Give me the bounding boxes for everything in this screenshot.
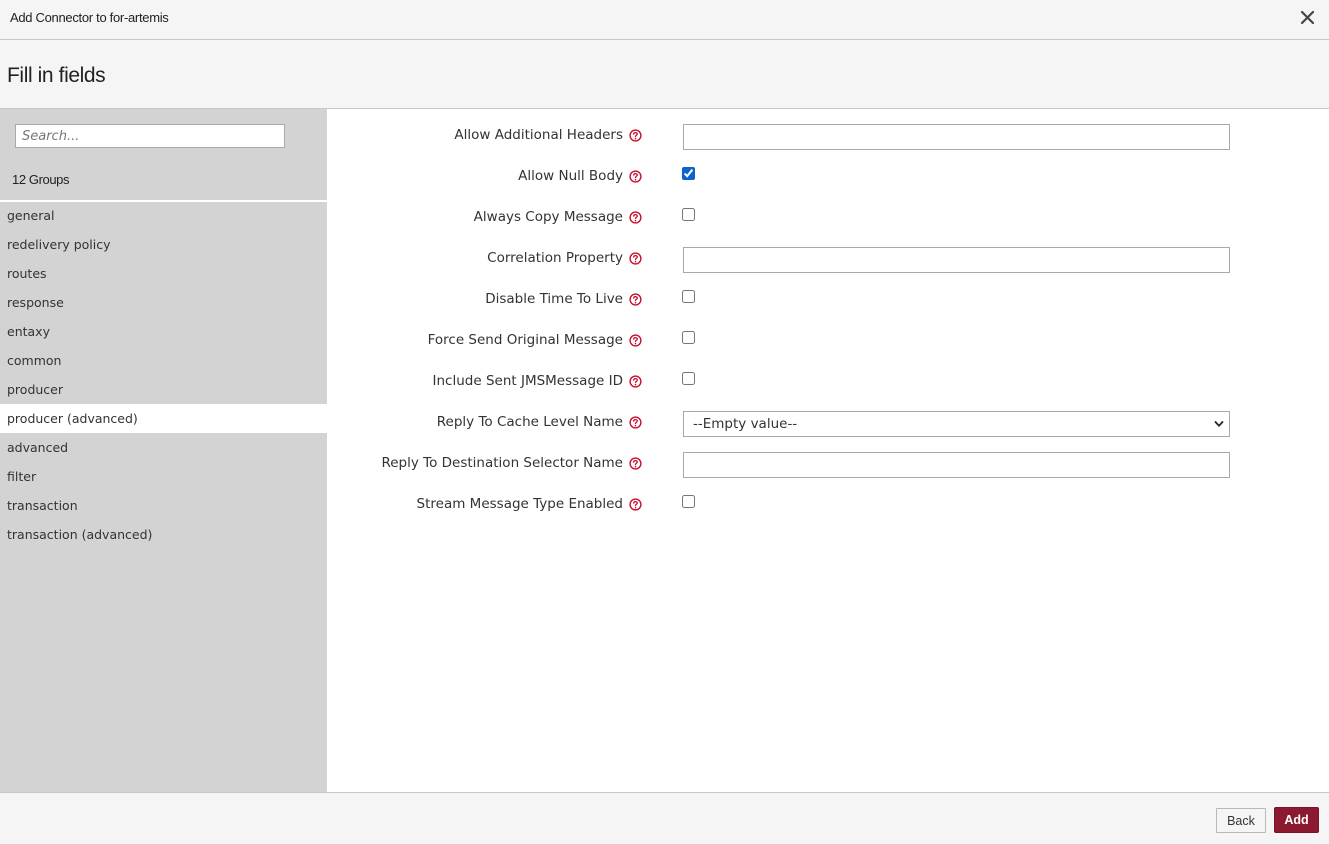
field-label: Include Sent JMSMessage ID	[432, 373, 623, 389]
field-checkbox[interactable]	[682, 495, 695, 508]
help-circle-icon[interactable]	[629, 375, 642, 388]
field-row: Force Send Original Message	[327, 326, 1329, 356]
help-circle-icon[interactable]	[629, 334, 642, 347]
field-label: Reply To Destination Selector Name	[381, 455, 623, 471]
sidebar-group-item[interactable]: routes	[0, 259, 327, 288]
sidebar-group-item[interactable]: transaction (advanced)	[0, 520, 327, 549]
field-label: Stream Message Type Enabled	[416, 496, 623, 512]
dialog-titlebar: Add Connector to for-artemis	[0, 0, 1329, 40]
field-row: Disable Time To Live	[327, 285, 1329, 315]
field-label: Reply To Cache Level Name	[436, 414, 623, 430]
field-row: Include Sent JMSMessage ID	[327, 367, 1329, 397]
help-circle-icon[interactable]	[629, 457, 642, 470]
back-button[interactable]: Back	[1216, 808, 1266, 833]
chevron-down-icon	[1214, 421, 1224, 427]
groups-sidebar: 12 Groups generalredelivery policyroutes…	[0, 109, 327, 792]
group-list: general redelivery policy routes response en…	[0, 201, 327, 549]
sidebar-group-item[interactable]: general	[0, 201, 327, 230]
search-input[interactable]	[15, 124, 285, 148]
field-row: Allow Null Body	[327, 162, 1329, 192]
field-label: Force Send Original Message	[427, 332, 623, 348]
field-text-input[interactable]	[683, 452, 1230, 478]
field-label: Allow Additional Headers	[454, 127, 623, 143]
field-row: Reply To Cache Level Name --Empty value--	[327, 408, 1329, 438]
field-text-input[interactable]	[683, 124, 1230, 150]
field-checkbox[interactable]	[682, 208, 695, 221]
sidebar-group-item[interactable]: entaxy	[0, 317, 327, 346]
page-title: Fill in fields	[7, 64, 106, 87]
close-icon	[1300, 10, 1315, 25]
add-button[interactable]: Add	[1274, 807, 1319, 833]
field-checkbox[interactable]	[682, 372, 695, 385]
field-text-input[interactable]	[683, 247, 1230, 273]
dialog-title: Add Connector to for-artemis	[10, 10, 169, 25]
sidebar-group-item[interactable]: redelivery policy	[0, 230, 327, 259]
dialog-header: Fill in fields	[0, 40, 1329, 109]
dialog-footer: Back Add	[0, 792, 1329, 844]
help-circle-icon[interactable]	[629, 498, 642, 511]
field-row: Allow Additional Headers	[327, 121, 1329, 151]
select-value: --Empty value--	[693, 416, 798, 432]
sidebar-group-item[interactable]: filter	[0, 462, 327, 491]
field-label: Correlation Property	[487, 250, 623, 266]
field-checkbox[interactable]	[682, 167, 695, 180]
field-checkbox[interactable]	[682, 290, 695, 303]
field-label: Allow Null Body	[518, 168, 623, 184]
help-circle-icon[interactable]	[629, 129, 642, 142]
field-row: Correlation Property	[327, 244, 1329, 274]
field-row: Stream Message Type Enabled	[327, 490, 1329, 520]
groups-count: 12 Groups	[12, 172, 70, 187]
field-checkbox[interactable]	[682, 331, 695, 344]
sidebar-group-item[interactable]: advanced	[0, 433, 327, 462]
field-label: Always Copy Message	[473, 209, 623, 225]
field-row: Always Copy Message	[327, 203, 1329, 233]
sidebar-group-item[interactable]: producer (advanced)	[0, 404, 327, 433]
help-circle-icon[interactable]	[629, 252, 642, 265]
sidebar-group-item[interactable]: producer	[0, 375, 327, 404]
field-label: Disable Time To Live	[485, 291, 623, 307]
help-circle-icon[interactable]	[629, 416, 642, 429]
add-connector-dialog: Add Connector to for-artemis Fill in fie…	[0, 0, 1329, 844]
help-circle-icon[interactable]	[629, 293, 642, 306]
close-button[interactable]	[1297, 7, 1319, 29]
sidebar-group-item[interactable]: common	[0, 346, 327, 375]
fields-panel: Allow Additional Headers Allow Null Body A…	[327, 109, 1329, 792]
sidebar-group-item[interactable]: transaction	[0, 491, 327, 520]
help-circle-icon[interactable]	[629, 170, 642, 183]
help-circle-icon[interactable]	[629, 211, 642, 224]
sidebar-group-item[interactable]: response	[0, 288, 327, 317]
field-row: Reply To Destination Selector Name	[327, 449, 1329, 479]
field-select[interactable]: --Empty value--	[683, 411, 1230, 437]
